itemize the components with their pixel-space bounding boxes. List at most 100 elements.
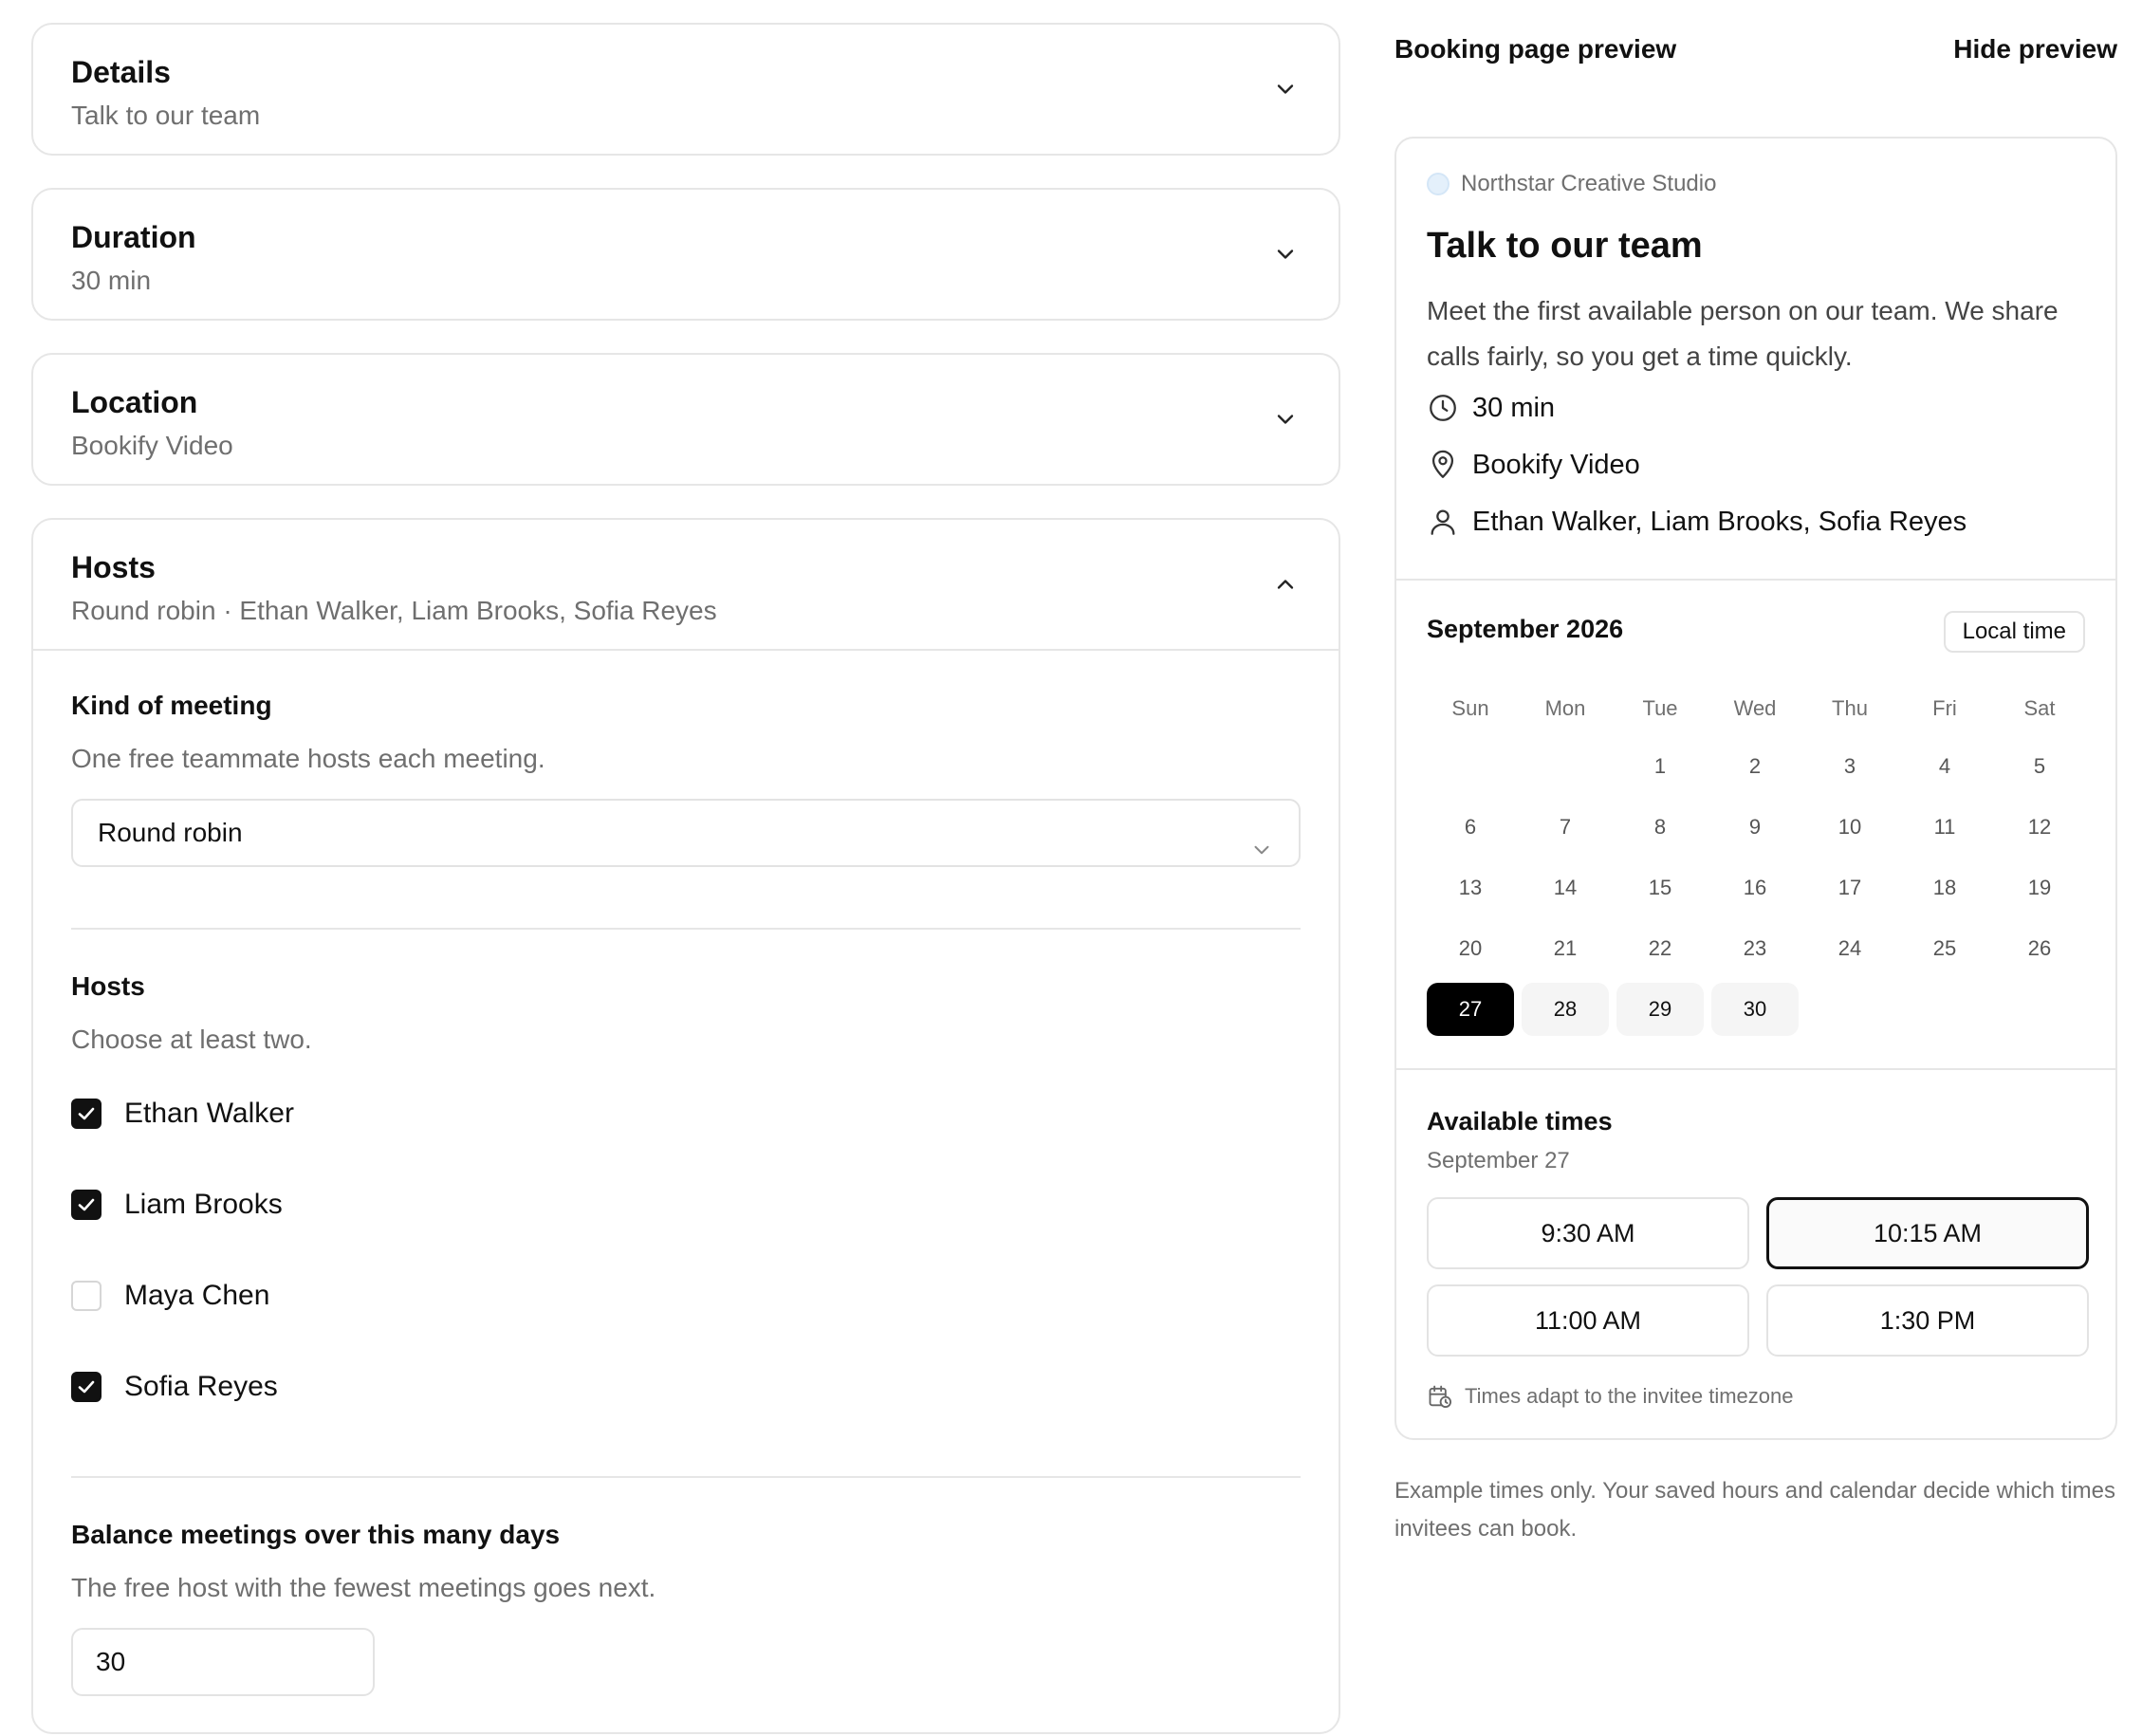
check-icon [78, 1380, 95, 1394]
chevron-down-icon [1249, 822, 1274, 855]
calendar-day: 22 [1648, 936, 1672, 960]
calendar-day[interactable]: 30 [1711, 983, 1799, 1036]
weekday-label: Wed [1733, 696, 1777, 720]
check-icon [78, 1107, 95, 1120]
calendar-day[interactable]: 28 [1522, 983, 1609, 1036]
host-name: Sofia Reyes [124, 1371, 278, 1402]
timezone-button[interactable]: Local time [1943, 611, 2085, 653]
calendar-day: 1 [1653, 754, 1667, 778]
org-avatar [1427, 173, 1450, 195]
host-checkbox[interactable] [71, 1281, 102, 1311]
weekday-label: Thu [1832, 696, 1868, 720]
time-slot-button[interactable]: 9:30 AM [1427, 1197, 1749, 1269]
timezone-note-text: Times adapt to the invitee timezone [1465, 1384, 1794, 1408]
host-checkbox[interactable] [71, 1190, 102, 1220]
calendar-day: 5 [2033, 754, 2046, 778]
time-slots: 9:30 AM 10:15 AM 11:00 AM 1:30 PM [1427, 1197, 2089, 1357]
calendar-day-selected[interactable]: 27 [1427, 983, 1514, 1036]
available-times-date: September 27 [1427, 1148, 1570, 1173]
preview-header: Booking page preview Hide preview [1394, 23, 2117, 83]
calendar-day: 9 [1748, 815, 1762, 839]
calendar-day: 19 [2027, 876, 2052, 899]
host-option[interactable]: Sofia Reyes [71, 1341, 1301, 1432]
details-header[interactable]: Details Talk to our team [33, 25, 1339, 154]
calendar-month: September 2026 [1427, 615, 1624, 643]
event-editor: Details Talk to our team Duration 30 min… [0, 0, 2142, 1736]
calendar: September 2026 Local time Sun Mon Tue Wed Th… [1396, 581, 2115, 1070]
host-option[interactable]: Liam Brooks [71, 1159, 1301, 1250]
calendar-day: 13 [1458, 876, 1483, 899]
weekday-label: Tue [1642, 696, 1678, 720]
host-checkbox[interactable] [71, 1099, 102, 1129]
calendar-day: 2 [1748, 754, 1762, 778]
hosts-section: Hosts Round robin · Ethan Walker, Liam B… [31, 518, 1340, 1734]
booking-preview-card: Northstar Creative Studio Talk to our te… [1394, 137, 2117, 1440]
chevron-down-icon[interactable] [1272, 241, 1299, 268]
meeting-kind-select[interactable]: Round robin [71, 799, 1301, 867]
weekday-label: Sat [2023, 696, 2056, 720]
time-slot-button[interactable]: 1:30 PM [1766, 1284, 2089, 1357]
kind-of-meeting-label: Kind of meeting [71, 691, 272, 720]
event-description: Meet the first available person on our t… [1427, 296, 2059, 371]
calendar-grid: Sun Mon Tue Wed Thu Fri Sat 1 2 3 4 5 6 7 8 9 10 11 12 13 14… [1427, 685, 2085, 1036]
host-name: Liam Brooks [124, 1189, 283, 1220]
check-icon [78, 1198, 95, 1211]
calendar-day: 20 [1458, 936, 1483, 960]
hosts-list-desc: Choose at least two. [71, 1025, 312, 1054]
calendar-day: 26 [2027, 936, 2052, 960]
host-option[interactable]: Maya Chen [71, 1250, 1301, 1341]
hide-preview-button[interactable]: Hide preview [1953, 34, 2117, 65]
chevron-down-icon[interactable] [1272, 406, 1299, 433]
host-checkbox[interactable] [71, 1372, 102, 1402]
settings-column: Details Talk to our team Duration 30 min… [31, 23, 1340, 1734]
location-title: Location [71, 385, 198, 419]
host-option[interactable]: Ethan Walker [71, 1068, 1301, 1159]
meta-duration: 30 min [1427, 379, 2085, 436]
duration-header[interactable]: Duration 30 min [33, 190, 1339, 319]
available-times: Available times September 27 9:30 AM 10:1… [1396, 1070, 2115, 1410]
calendar-blank [1427, 740, 1514, 793]
balance-desc: The free host with the fewest meetings g… [71, 1573, 656, 1602]
event-title: Talk to our team [1427, 226, 1703, 266]
preview-column: Booking page preview Hide preview Norths… [1394, 23, 2117, 1548]
calendar-day: 16 [1743, 876, 1767, 899]
location-header[interactable]: Location Bookify Video [33, 355, 1339, 484]
calendar-day: 23 [1743, 936, 1767, 960]
map-pin-icon [1427, 449, 1459, 481]
calendar-day: 6 [1464, 815, 1477, 839]
location-section[interactable]: Location Bookify Video [31, 353, 1340, 486]
balance-days-value: 30 [96, 1647, 126, 1676]
chevron-down-icon[interactable] [1272, 76, 1299, 102]
calendar-day: 24 [1837, 936, 1862, 960]
calendar-day: 4 [1938, 754, 1951, 778]
host-name: Ethan Walker [124, 1098, 294, 1129]
chevron-up-icon[interactable] [1272, 571, 1299, 598]
meta-hosts: Ethan Walker, Liam Brooks, Sofia Reyes [1427, 493, 2085, 550]
calendar-day: 7 [1559, 815, 1572, 839]
meeting-kind-value: Round robin [98, 818, 243, 847]
host-checklist: Ethan Walker Liam Brooks Maya Chen Sofia Re… [71, 1068, 1301, 1432]
event-info: Northstar Creative Studio Talk to our te… [1396, 139, 2115, 581]
duration-section[interactable]: Duration 30 min [31, 188, 1340, 321]
calendar-blank [1522, 740, 1609, 793]
balance-days-input[interactable]: 30 [71, 1628, 375, 1696]
timezone-note: Times adapt to the invitee timezone [1427, 1383, 2085, 1410]
time-slot-button[interactable]: 11:00 AM [1427, 1284, 1749, 1357]
details-section[interactable]: Details Talk to our team [31, 23, 1340, 156]
calendar-day: 10 [1837, 815, 1862, 839]
available-times-title: Available times [1427, 1107, 1613, 1136]
location-summary: Bookify Video [71, 431, 233, 460]
hosts-header[interactable]: Hosts Round robin · Ethan Walker, Liam B… [33, 520, 1339, 651]
calendar-day: 8 [1653, 815, 1667, 839]
calendar-day: 3 [1843, 754, 1856, 778]
meta-location-text: Bookify Video [1472, 449, 1640, 480]
calendar-day[interactable]: 29 [1616, 983, 1704, 1036]
time-slot-button[interactable]: 10:15 AM [1766, 1197, 2089, 1269]
duration-title: Duration [71, 220, 196, 254]
calendar-day: 18 [1932, 876, 1957, 899]
calendar-day: 11 [1933, 815, 1956, 839]
kind-of-meeting-desc: One free teammate hosts each meeting. [71, 744, 545, 773]
duration-summary: 30 min [71, 266, 152, 295]
hosts-summary: Round robin · Ethan Walker, Liam Brooks,… [71, 596, 717, 625]
calendar-day: 12 [2027, 815, 2052, 839]
